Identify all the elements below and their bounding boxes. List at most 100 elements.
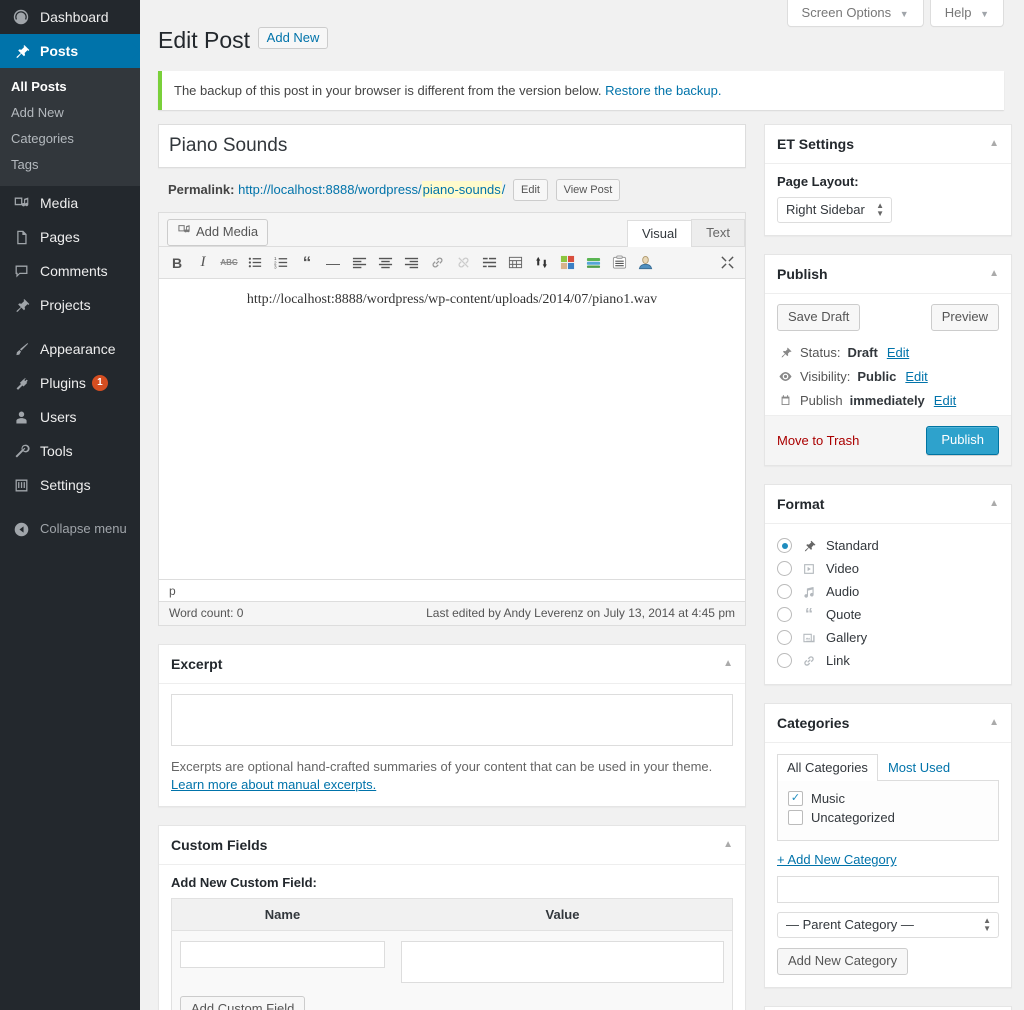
user-module-icon[interactable] (633, 251, 657, 275)
numbered-list-icon[interactable]: 123 (269, 251, 293, 275)
sidebar-item-comments[interactable]: Comments (0, 254, 140, 288)
sidebar-item-appearance[interactable]: Appearance (0, 332, 140, 366)
collapse-menu-button[interactable]: Collapse menu (0, 512, 140, 546)
radio-gallery[interactable] (777, 630, 792, 645)
excerpt-learn-more-link[interactable]: Learn more about manual excerpts. (171, 777, 376, 792)
sidebar-item-posts[interactable]: Posts (0, 34, 140, 68)
excerpt-header[interactable]: Excerpt ▲ (159, 645, 745, 684)
category-item-music[interactable]: ✓ Music (788, 789, 988, 808)
categories-header[interactable]: Categories ▲ (765, 704, 1011, 743)
parent-category-select[interactable]: — Parent Category — (777, 912, 999, 938)
sidebar-item-settings[interactable]: Settings (0, 468, 140, 502)
toolbar-toggle-icon[interactable] (503, 251, 527, 275)
custom-field-value-textarea[interactable] (401, 941, 724, 983)
add-media-button[interactable]: Add Media (167, 219, 268, 246)
chevron-up-icon[interactable]: ▲ (723, 655, 733, 673)
publish-header[interactable]: Publish ▲ (765, 255, 1011, 294)
radio-video[interactable] (777, 561, 792, 576)
submenu-item-all-posts[interactable]: All Posts (0, 74, 140, 100)
help-button[interactable]: Help ▼ (930, 0, 1004, 27)
insert-more-tag-icon[interactable] (477, 251, 501, 275)
add-new-category-link[interactable]: + Add New Category (777, 852, 897, 867)
horizontal-rule-icon[interactable]: — (321, 251, 345, 275)
strikethrough-icon[interactable]: ABC (217, 251, 241, 275)
format-header[interactable]: Format ▲ (765, 485, 1011, 524)
format-option-standard[interactable]: Standard (777, 534, 999, 557)
checkbox-uncategorized[interactable] (788, 810, 803, 825)
view-post-button[interactable]: View Post (556, 179, 621, 201)
et-settings-header[interactable]: ET Settings ▲ (765, 125, 1011, 164)
sidebar-item-tools[interactable]: Tools (0, 434, 140, 468)
fullscreen-icon[interactable] (715, 251, 739, 275)
chevron-up-icon[interactable]: ▲ (723, 836, 733, 854)
list-module-icon[interactable] (607, 251, 631, 275)
sidebar-item-projects[interactable]: Projects (0, 288, 140, 322)
submenu-item-add-new[interactable]: Add New (0, 100, 140, 126)
tab-text[interactable]: Text (691, 219, 745, 246)
submenu-item-categories[interactable]: Categories (0, 126, 140, 152)
align-right-icon[interactable] (399, 251, 423, 275)
radio-link[interactable] (777, 653, 792, 668)
tab-visual[interactable]: Visual (627, 220, 692, 247)
publish-button[interactable]: Publish (926, 426, 999, 455)
blockquote-icon[interactable]: “ (295, 251, 319, 275)
pin-icon (777, 346, 793, 359)
edit-status-link[interactable]: Edit (887, 345, 909, 360)
align-left-icon[interactable] (347, 251, 371, 275)
sort-updown-icon[interactable] (529, 251, 553, 275)
submenu-item-tags[interactable]: Tags (0, 152, 140, 178)
sidebar-item-users[interactable]: Users (0, 400, 140, 434)
excerpt-description: Excerpts are optional hand-crafted summa… (171, 758, 733, 794)
sidebar-item-media[interactable]: Media (0, 186, 140, 220)
restore-backup-link[interactable]: Restore the backup. (605, 83, 721, 98)
radio-quote[interactable] (777, 607, 792, 622)
save-draft-button[interactable]: Save Draft (777, 304, 860, 331)
radio-audio[interactable] (777, 584, 792, 599)
move-to-trash-link[interactable]: Move to Trash (777, 433, 859, 448)
custom-fields-header[interactable]: Custom Fields ▲ (159, 826, 745, 865)
format-option-quote[interactable]: “ Quote (777, 603, 999, 626)
layers-icon[interactable] (581, 251, 605, 275)
new-category-name-input[interactable] (777, 876, 999, 903)
title-wrap (158, 124, 746, 168)
tab-most-used[interactable]: Most Used (878, 754, 960, 781)
italic-icon[interactable]: I (191, 251, 215, 275)
sidebar-item-plugins[interactable]: Plugins 1 (0, 366, 140, 400)
chevron-up-icon[interactable]: ▲ (989, 135, 999, 153)
insert-link-icon[interactable] (425, 251, 449, 275)
excerpt-textarea[interactable] (171, 694, 733, 746)
checkbox-music[interactable]: ✓ (788, 791, 803, 806)
sidebar-item-pages[interactable]: Pages (0, 220, 140, 254)
align-center-icon[interactable] (373, 251, 397, 275)
bulleted-list-icon[interactable] (243, 251, 267, 275)
format-option-audio[interactable]: Audio (777, 580, 999, 603)
edit-permalink-button[interactable]: Edit (513, 179, 548, 201)
custom-field-name-input[interactable] (180, 941, 385, 968)
color-blocks-icon[interactable] (555, 251, 579, 275)
chevron-up-icon[interactable]: ▲ (989, 714, 999, 732)
add-new-button[interactable]: Add New (258, 27, 329, 49)
category-item-uncategorized[interactable]: Uncategorized (788, 808, 988, 827)
word-count: Word count: 0 (169, 606, 243, 620)
format-option-link[interactable]: Link (777, 649, 999, 672)
editor-content-area[interactable]: http://localhost:8888/wordpress/wp-conte… (159, 279, 745, 579)
chevron-up-icon[interactable]: ▲ (989, 265, 999, 283)
add-custom-field-button[interactable]: Add Custom Field (180, 996, 305, 1010)
bold-icon[interactable]: B (165, 251, 189, 275)
screen-options-button[interactable]: Screen Options ▼ (787, 0, 924, 27)
chevron-up-icon[interactable]: ▲ (989, 495, 999, 513)
post-title-input[interactable] (159, 125, 745, 167)
format-option-gallery[interactable]: Gallery (777, 626, 999, 649)
page-layout-select[interactable]: Right Sidebar (777, 197, 892, 223)
edit-schedule-link[interactable]: Edit (934, 393, 956, 408)
sidebar-item-dashboard[interactable]: Dashboard (0, 0, 140, 34)
edit-visibility-link[interactable]: Edit (905, 369, 927, 384)
preview-button[interactable]: Preview (931, 304, 999, 331)
format-option-video[interactable]: Video (777, 557, 999, 580)
tab-all-categories[interactable]: All Categories (777, 754, 878, 781)
custom-field-actions-cell: Add Custom Field (172, 996, 733, 1010)
permalink-link[interactable]: http://localhost:8888/wordpress/piano-so… (238, 181, 505, 198)
radio-standard[interactable] (777, 538, 792, 553)
unlink-icon[interactable] (451, 251, 475, 275)
add-new-category-button[interactable]: Add New Category (777, 948, 908, 975)
